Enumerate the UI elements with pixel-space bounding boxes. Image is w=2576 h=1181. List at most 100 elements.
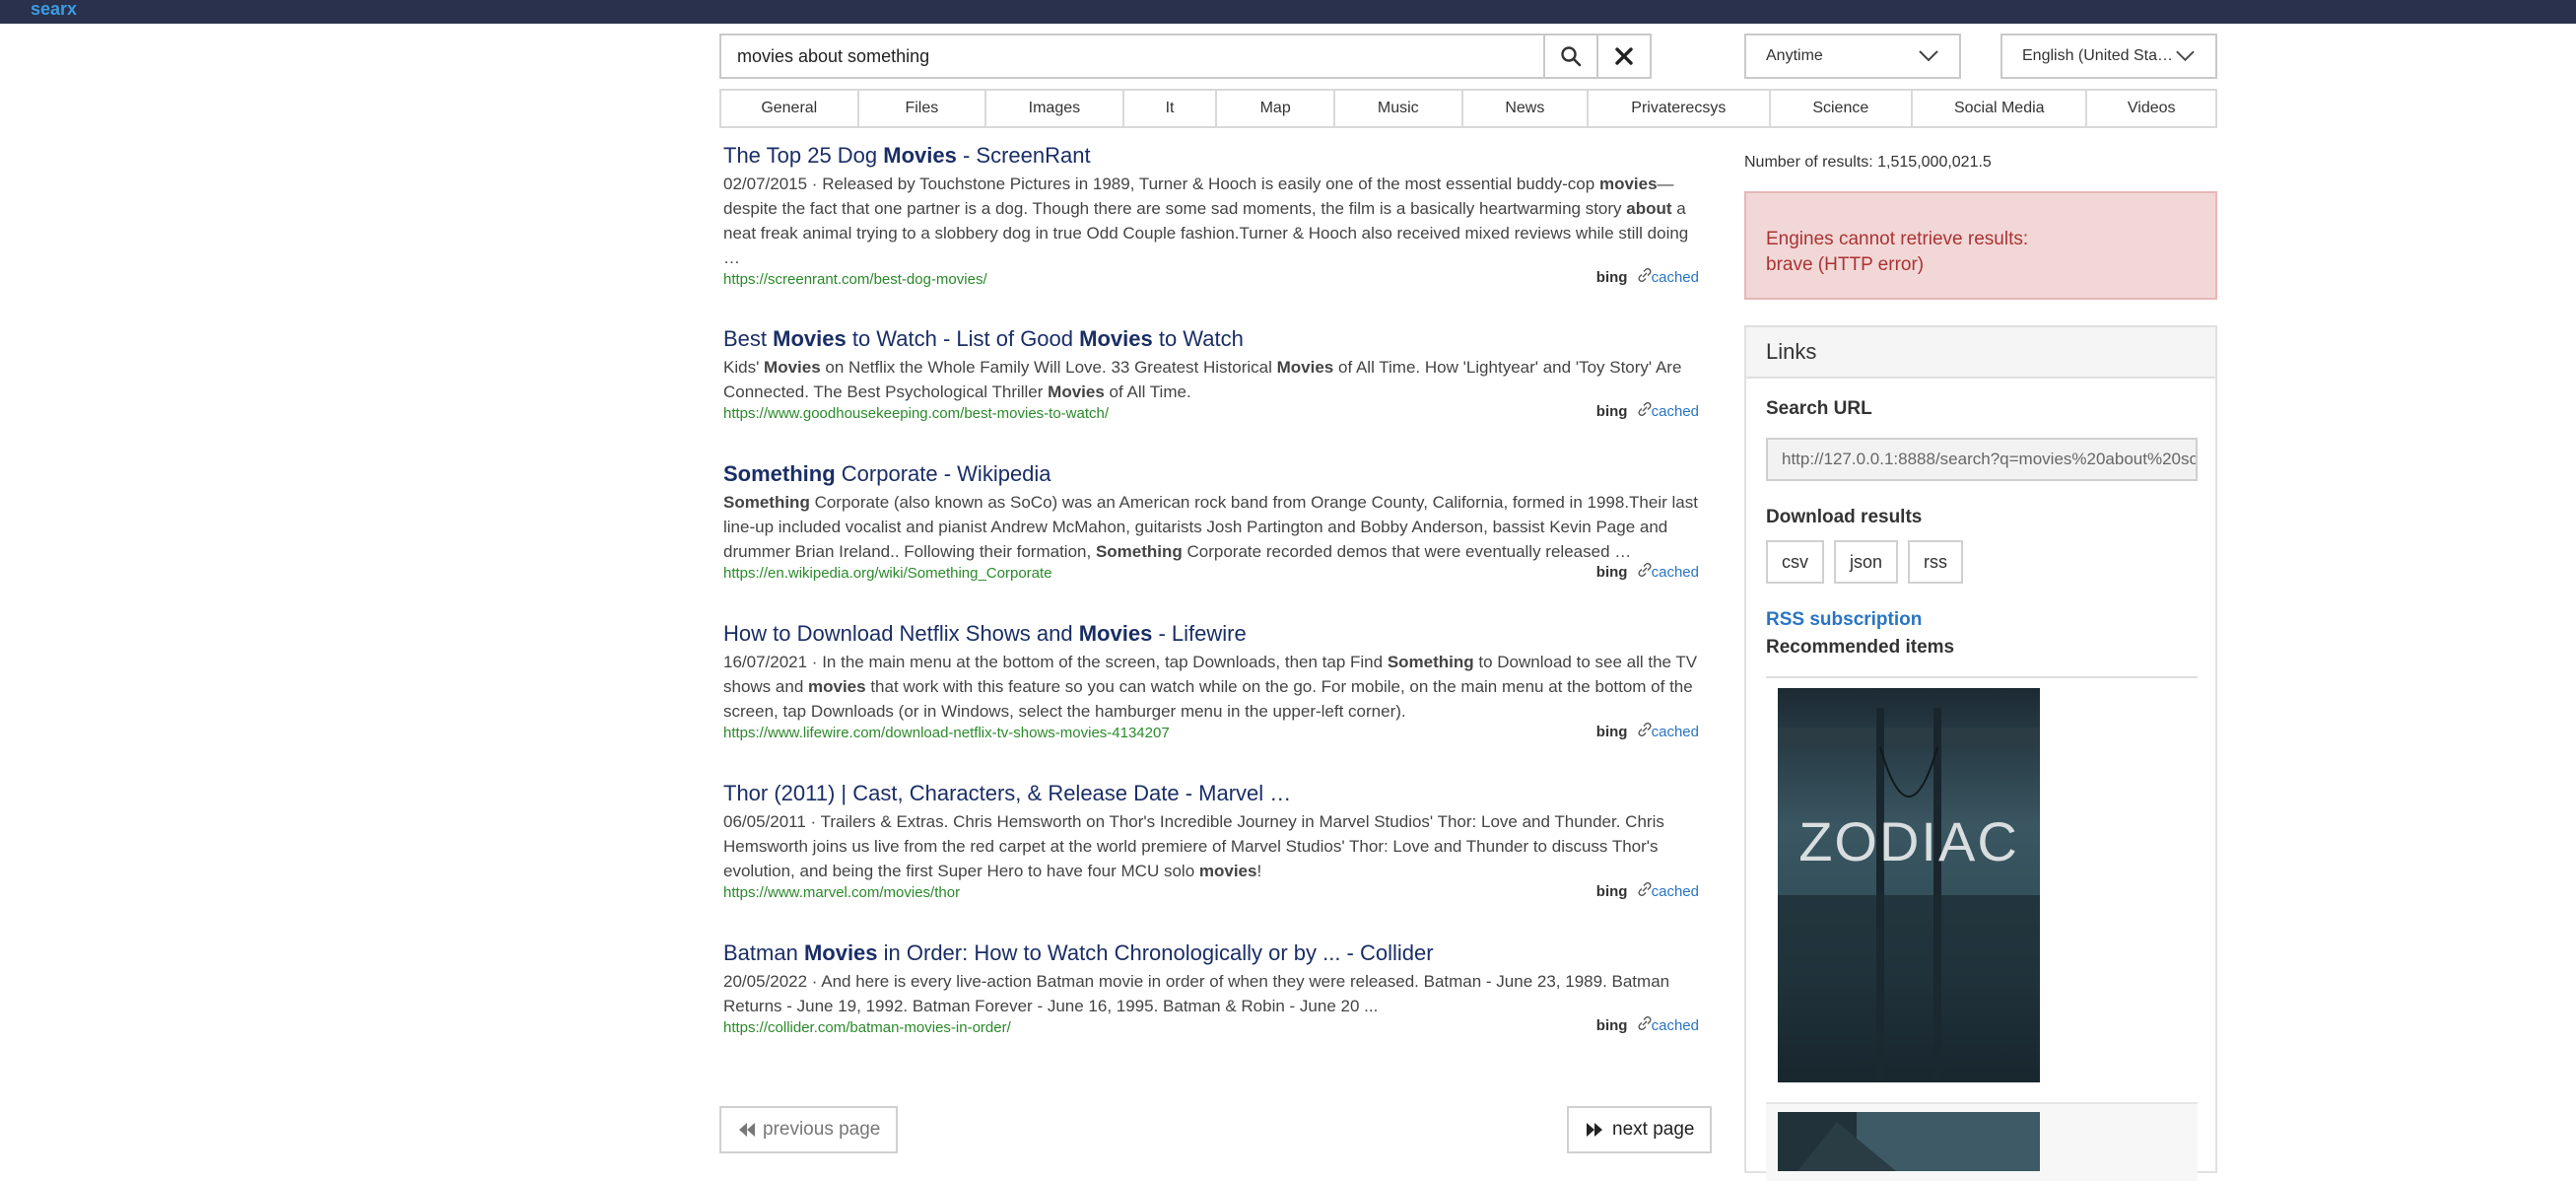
top-bar: searx	[0, 0, 2576, 24]
brand-logo[interactable]: searx	[31, 0, 77, 18]
result-snippet: 20/05/2022 · And here is every live-acti…	[723, 972, 1670, 1015]
cached-label: cached	[1651, 1017, 1699, 1034]
previous-page-button[interactable]: previous page	[719, 1106, 899, 1153]
result-title[interactable]: Best Movies to Watch - List of Good Movi…	[723, 325, 1699, 353]
engine-label: bing	[1595, 403, 1628, 420]
cached-label: cached	[1651, 269, 1699, 286]
links-panel-title: Links	[1746, 327, 2215, 379]
tab-images[interactable]: Images	[986, 91, 1124, 126]
result-snippet: Something Corporate (also known as SoCo)…	[723, 493, 1698, 561]
result-meta: bing cached	[1595, 267, 1699, 286]
search-url-label: Search URL	[1766, 398, 1872, 419]
result-snippet: 02/07/2015 · Released by Touchstone Pict…	[723, 174, 1689, 267]
result-meta: bing cached	[1595, 562, 1699, 581]
tab-privaterecsys[interactable]: Privaterecsys	[1589, 91, 1771, 126]
error-line: brave (HTTP error)	[1766, 254, 1925, 275]
tab-science[interactable]: Science	[1771, 91, 1914, 126]
double-chevron-right-icon	[1587, 1123, 1602, 1137]
result-title[interactable]: Batman Movies in Order: How to Watch Chr…	[723, 939, 1699, 967]
time-range-select[interactable]: Anytime	[1744, 34, 1961, 79]
download-buttons: csv json rss	[1766, 540, 2196, 584]
search-icon	[1561, 46, 1582, 67]
link-icon	[1638, 267, 1652, 283]
cached-link[interactable]: cached	[1638, 1015, 1699, 1034]
tab-general[interactable]: General	[721, 91, 859, 126]
cached-link[interactable]: cached	[1638, 562, 1699, 581]
tab-map[interactable]: Map	[1217, 91, 1335, 126]
engine-label: bing	[1595, 1017, 1628, 1034]
result-count: Number of results: 1,515,000,021.5	[1744, 154, 1992, 171]
tab-social-media[interactable]: Social Media	[1913, 91, 2088, 126]
link-icon	[1638, 401, 1652, 417]
result-meta: bing cached	[1595, 1015, 1699, 1034]
engine-label: bing	[1595, 564, 1628, 581]
error-line: Engines cannot retrieve results:	[1766, 229, 2029, 249]
language-select[interactable]: English (United States)	[2000, 34, 2217, 79]
result-url[interactable]: https://www.lifewire.com/download-netfli…	[723, 724, 1699, 743]
divider	[1766, 676, 2198, 678]
download-json-button[interactable]: json	[1834, 540, 1899, 584]
tab-music[interactable]: Music	[1335, 91, 1463, 126]
cached-label: cached	[1651, 564, 1699, 581]
recommended-item	[1766, 1102, 2198, 1181]
engine-error-alert: Engines cannot retrieve results: brave (…	[1744, 191, 2217, 300]
download-rss-button[interactable]: rss	[1908, 540, 1964, 584]
result-title[interactable]: The Top 25 Dog Movies - ScreenRant	[723, 142, 1699, 170]
result-url[interactable]: https://collider.com/batman-movies-in-or…	[723, 1018, 1699, 1038]
link-icon	[1638, 881, 1652, 897]
recommended-item: ZODIAC	[1766, 688, 2198, 1102]
result-snippet: 16/07/2021 · In the main menu at the bot…	[723, 653, 1698, 721]
cached-link[interactable]: cached	[1638, 267, 1699, 286]
result-snippet: Kids' Movies on Netflix the Whole Family…	[723, 358, 1682, 401]
result-item: Thor (2011) | Cast, Characters, & Releas…	[723, 780, 1699, 903]
engine-label: bing	[1595, 883, 1628, 900]
result-url[interactable]: https://screenrant.com/best-dog-movies/	[723, 270, 1699, 290]
clear-search-button[interactable]	[1596, 35, 1650, 77]
engine-label: bing	[1595, 269, 1628, 286]
close-icon	[1615, 47, 1633, 65]
result-item: Something Corporate - Wikipedia Somethin…	[723, 460, 1699, 584]
link-icon	[1638, 1015, 1652, 1031]
poster-title: ZODIAC	[1798, 810, 2019, 872]
result-title[interactable]: Thor (2011) | Cast, Characters, & Releas…	[723, 780, 1699, 807]
result-url[interactable]: https://en.wikipedia.org/wiki/Something_…	[723, 564, 1699, 584]
cached-link[interactable]: cached	[1638, 401, 1699, 420]
cached-label: cached	[1651, 724, 1699, 740]
result-title[interactable]: Something Corporate - Wikipedia	[723, 460, 1699, 488]
result-url[interactable]: https://www.marvel.com/movies/thor	[723, 883, 1699, 903]
search-url-field[interactable]: http://127.0.0.1:8888/search?q=movies%20…	[1766, 438, 2198, 481]
time-range-value: Anytime	[1766, 47, 1823, 64]
result-url[interactable]: https://www.goodhousekeeping.com/best-mo…	[723, 404, 1699, 424]
tab-files[interactable]: Files	[859, 91, 987, 126]
result-meta: bing cached	[1595, 401, 1699, 420]
link-icon	[1638, 562, 1652, 578]
double-chevron-left-icon	[739, 1123, 755, 1137]
result-title[interactable]: How to Download Netflix Shows and Movies…	[723, 620, 1699, 648]
cached-label: cached	[1651, 403, 1699, 420]
cached-label: cached	[1651, 883, 1699, 900]
result-meta: bing cached	[1595, 881, 1699, 900]
cached-link[interactable]: cached	[1638, 722, 1699, 740]
tab-it[interactable]: It	[1124, 91, 1218, 126]
zodiac-poster-image[interactable]: ZODIAC	[1778, 688, 2040, 1082]
chevron-down-icon	[2176, 50, 2195, 62]
result-item: Best Movies to Watch - List of Good Movi…	[723, 325, 1699, 424]
tab-news[interactable]: News	[1463, 91, 1590, 126]
chevron-down-icon	[1919, 50, 1938, 62]
engine-label: bing	[1595, 724, 1628, 740]
next-page-button[interactable]: next page	[1567, 1106, 1713, 1153]
search-box	[719, 34, 1652, 79]
tab-videos[interactable]: Videos	[2087, 91, 2215, 126]
result-item: Batman Movies in Order: How to Watch Chr…	[723, 939, 1699, 1038]
result-item: How to Download Netflix Shows and Movies…	[723, 620, 1699, 743]
poster-image[interactable]	[1778, 1112, 2040, 1171]
download-csv-button[interactable]: csv	[1766, 540, 1824, 584]
rss-subscription-link[interactable]: RSS subscription	[1766, 609, 2196, 631]
links-panel: Links Search URL http://127.0.0.1:8888/s…	[1744, 325, 2217, 1181]
cached-link[interactable]: cached	[1638, 881, 1699, 900]
search-button[interactable]	[1543, 35, 1596, 77]
search-input[interactable]	[721, 35, 1543, 77]
link-icon	[1638, 722, 1652, 737]
result-meta: bing cached	[1595, 722, 1699, 740]
category-tabs: General Files Images It Map Music News P…	[719, 89, 2217, 128]
